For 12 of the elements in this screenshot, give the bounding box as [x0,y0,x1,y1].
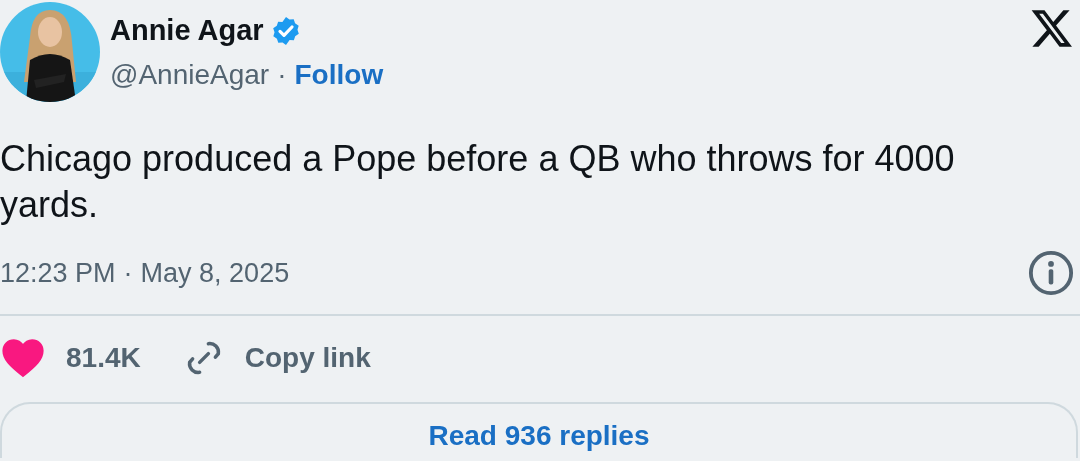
read-replies-button[interactable]: Read 936 replies [0,402,1078,458]
post-text: Chicago produced a Pope before a QB who throws for 4000 yards. [0,137,956,227]
separator-dot: · [123,257,133,289]
post-date[interactable]: May 8, 2025 [140,257,290,289]
follow-link[interactable]: Follow [294,59,384,91]
post-time[interactable]: 12:23 PM [0,257,116,289]
copy-link-button[interactable]: Copy link [182,336,371,380]
author-handle: @AnnieAgar [110,59,270,91]
separator-dot: · [277,59,287,91]
info-icon[interactable] [1028,250,1074,296]
like-button[interactable]: 81.4K [0,336,141,380]
author-name: Annie Agar [110,14,264,47]
